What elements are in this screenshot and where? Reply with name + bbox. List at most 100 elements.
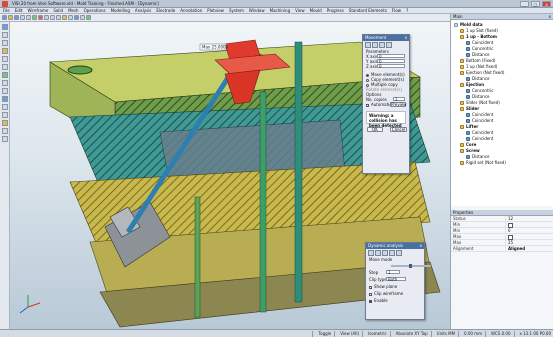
ok-button[interactable]: OK xyxy=(367,127,383,132)
status-item[interactable]: x 13.1 00 P0.00 xyxy=(520,331,552,336)
clip-wireframe-row[interactable]: Clip wireframe xyxy=(366,291,424,298)
scale-icon[interactable] xyxy=(386,42,392,48)
layer-icon[interactable] xyxy=(62,15,67,20)
translate-icon[interactable] xyxy=(365,42,371,48)
status-item[interactable]: View (All) xyxy=(340,331,359,336)
menu-item-progress[interactable]: Progress xyxy=(327,8,344,13)
plane-tool-icon[interactable] xyxy=(1,64,8,70)
menu-item-electrode[interactable]: Electrode xyxy=(156,8,175,13)
menu-item-[interactable]: ? xyxy=(406,8,408,13)
surface-tool-icon[interactable] xyxy=(1,72,8,78)
menu-item-edit[interactable]: Edit xyxy=(15,8,23,13)
pan-icon[interactable] xyxy=(50,15,55,20)
new-file-icon[interactable] xyxy=(2,15,7,20)
y-axis-input[interactable]: 0 xyxy=(377,59,405,64)
slider-knob[interactable] xyxy=(409,264,412,268)
measure-icon[interactable] xyxy=(68,15,73,20)
close-icon[interactable]: x xyxy=(420,243,422,249)
cancel-button[interactable]: Cancel xyxy=(390,127,407,132)
property-checkbox[interactable] xyxy=(506,234,553,239)
reset-icon[interactable] xyxy=(396,250,402,256)
status-item[interactable]: Absolute XY Top xyxy=(396,331,428,336)
section-icon[interactable] xyxy=(389,250,395,256)
status-item[interactable]: Isometric xyxy=(368,331,387,336)
status-item[interactable]: Units MM xyxy=(437,331,455,336)
maximize-button[interactable]: □ xyxy=(531,1,540,7)
menu-item-mould[interactable]: Mould xyxy=(310,8,322,13)
menu-item-solid[interactable]: Solid xyxy=(53,8,63,13)
property-value[interactable]: Aligned xyxy=(506,246,553,251)
menu-item-machining[interactable]: Machining xyxy=(270,8,290,13)
menu-item-system[interactable]: System xyxy=(229,8,244,13)
mirror-icon[interactable] xyxy=(379,42,385,48)
filter-icon[interactable] xyxy=(86,15,91,20)
menu-item-analysis[interactable]: Analysis xyxy=(135,8,151,13)
tree-item[interactable]: Rigid set (Not fixed) xyxy=(452,160,553,166)
menu-item-flow[interactable]: Flow xyxy=(392,8,401,13)
menu-item-annotation[interactable]: Annotation xyxy=(180,8,202,13)
step-icon[interactable] xyxy=(375,250,381,256)
delete-icon[interactable] xyxy=(38,15,43,20)
rotate-view-icon[interactable] xyxy=(56,15,61,20)
menu-item-window[interactable]: Window xyxy=(249,8,265,13)
property-checkbox[interactable] xyxy=(506,222,553,227)
text-tool-icon[interactable] xyxy=(1,112,8,118)
circle-tool-icon[interactable] xyxy=(1,48,8,54)
save-icon[interactable] xyxy=(14,15,19,20)
menu-item-plotview[interactable]: Plotview xyxy=(207,8,224,13)
z-axis-input[interactable]: 0 xyxy=(377,64,405,69)
status-item[interactable]: Toggle xyxy=(318,331,331,336)
clip-wireframe-checkbox[interactable] xyxy=(369,292,372,296)
status-item[interactable]: WCS 0.00 xyxy=(491,331,510,336)
close-button[interactable]: x xyxy=(542,1,551,7)
hatch-tool-icon[interactable] xyxy=(1,128,8,134)
menu-item-standard-elements[interactable]: Standard Elements xyxy=(349,8,387,13)
menu-item-operations[interactable]: Operations xyxy=(84,8,106,13)
menu-item-mesh[interactable]: Mesh xyxy=(68,8,79,13)
mirror-tool-icon[interactable] xyxy=(1,104,8,110)
x-axis-input[interactable]: 0 xyxy=(377,54,405,59)
status-item[interactable]: 0.00 mm xyxy=(464,331,482,336)
step-input[interactable]: 1 xyxy=(386,270,400,275)
clip-icon[interactable] xyxy=(382,250,388,256)
undo-icon[interactable] xyxy=(20,15,25,20)
dimension-tool-icon[interactable] xyxy=(1,120,8,126)
minimize-button[interactable]: _ xyxy=(520,1,529,7)
shade-icon[interactable] xyxy=(74,15,79,20)
menu-item-view[interactable]: View xyxy=(295,8,305,13)
play-icon[interactable] xyxy=(368,250,374,256)
curve-tool-icon[interactable] xyxy=(1,56,8,62)
preview-button[interactable]: Preview xyxy=(390,102,407,107)
property-value[interactable]: 12 xyxy=(506,216,553,221)
automatic-checkbox[interactable] xyxy=(366,103,369,107)
component-icon xyxy=(460,71,464,75)
menu-item-wireframe[interactable]: Wireframe xyxy=(27,8,48,13)
enable-checkbox[interactable] xyxy=(369,299,372,303)
solid-tool-icon[interactable] xyxy=(1,80,8,86)
menu-item-file[interactable]: File xyxy=(3,8,10,13)
info-tool-icon[interactable] xyxy=(1,136,8,142)
property-value[interactable]: 25 xyxy=(506,240,553,245)
offset-tool-icon[interactable] xyxy=(1,96,8,102)
show-plane-checkbox[interactable] xyxy=(369,285,372,289)
copies-input[interactable]: 1 xyxy=(393,97,405,102)
clip-type-select[interactable]: Both xyxy=(386,277,406,282)
property-value[interactable]: 0 xyxy=(506,228,553,233)
line-tool-icon[interactable] xyxy=(1,32,8,38)
enable-row[interactable]: Enable xyxy=(366,298,424,305)
open-folder-icon[interactable] xyxy=(8,15,13,20)
zoom-icon[interactable] xyxy=(44,15,49,20)
close-icon[interactable]: x xyxy=(405,35,407,41)
show-plane-row[interactable]: Show plane xyxy=(366,284,424,291)
3d-viewport[interactable]: Max 25.0000 Movement x Parameters X axis 0… xyxy=(10,22,450,329)
arc-tool-icon[interactable] xyxy=(1,40,8,46)
property-row[interactable]: Alignment Aligned xyxy=(451,246,553,252)
move-slider[interactable] xyxy=(391,264,431,268)
select-icon[interactable] xyxy=(32,15,37,20)
redo-icon[interactable] xyxy=(26,15,31,20)
rotate-icon[interactable] xyxy=(372,42,378,48)
trim-tool-icon[interactable] xyxy=(1,88,8,94)
point-tool-icon[interactable] xyxy=(1,24,8,30)
menu-item-modelling[interactable]: Modelling xyxy=(111,8,130,13)
wireframe-icon[interactable] xyxy=(80,15,85,20)
